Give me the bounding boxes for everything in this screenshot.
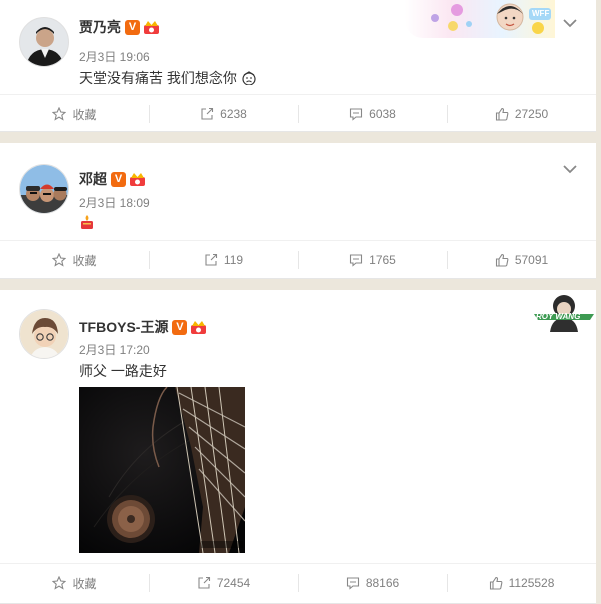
star-icon	[52, 107, 67, 121]
repost-button[interactable]: 6238	[149, 95, 298, 133]
avatar[interactable]	[19, 17, 69, 67]
chevron-down-icon[interactable]	[562, 17, 578, 29]
post-timestamp[interactable]: 2月3日 19:06	[79, 48, 150, 65]
post-card: 邓超 V 2月3日 18:09 收藏 119 1765 57091	[0, 143, 596, 279]
action-bar: 收藏 72454 88166 1125528	[0, 563, 596, 602]
post-card: 贾乃亮 V 2月3日 19:06 天堂没有痛苦 我们想念你 WFF 收藏 623…	[0, 0, 596, 132]
comment-count: 88166	[365, 576, 400, 590]
comment-count: 1765	[369, 253, 396, 267]
avatar[interactable]	[19, 309, 69, 359]
action-bar: 收藏 119 1765 57091	[0, 240, 596, 279]
decoration-label: ROY WANG	[536, 312, 581, 321]
verified-badge: V	[111, 171, 126, 187]
thumbs-up-icon	[495, 107, 509, 121]
post-timestamp[interactable]: 2月3日 18:09	[79, 194, 150, 211]
star-icon	[52, 576, 67, 590]
chevron-down-icon[interactable]	[562, 163, 578, 175]
action-bar: 收藏 6238 6038 27250	[0, 94, 596, 133]
like-button[interactable]: 1125528	[447, 564, 596, 602]
avatar[interactable]	[19, 164, 69, 214]
author-name[interactable]: TFBOYS-王源	[79, 317, 168, 337]
candle-emoji-icon	[81, 215, 93, 229]
verified-badge: V	[125, 19, 140, 35]
post-timestamp[interactable]: 2月3日 17:20	[79, 341, 150, 358]
repost-button[interactable]: 119	[149, 241, 298, 279]
comment-button[interactable]: 88166	[298, 564, 447, 602]
like-count: 27250	[514, 107, 549, 121]
comment-button[interactable]: 6038	[298, 95, 447, 133]
fan-badge-icon	[191, 320, 207, 334]
repost-button[interactable]: 72454	[149, 564, 298, 602]
post-text: 天堂没有痛苦 我们想念你	[79, 68, 257, 88]
verified-badge: V	[172, 319, 188, 335]
thumbs-up-icon	[489, 576, 502, 590]
like-button[interactable]: 57091	[447, 241, 596, 279]
author-row: TFBOYS-王源 V	[79, 317, 207, 337]
like-count: 1125528	[508, 576, 555, 590]
crying-emoji-icon	[242, 71, 256, 86]
card-decoration: WFF	[405, 0, 555, 38]
favorite-button[interactable]: 收藏	[0, 95, 149, 133]
comment-icon	[346, 577, 359, 590]
author-name[interactable]: 邓超	[79, 169, 107, 189]
thumbs-up-icon	[495, 253, 509, 267]
author-row: 邓超 V	[79, 169, 146, 189]
post-text: 师父 一路走好	[79, 363, 167, 379]
favorite-label: 收藏	[72, 576, 97, 591]
like-count: 57091	[514, 253, 549, 267]
comment-icon	[350, 108, 363, 121]
post-image[interactable]	[79, 387, 245, 553]
card-decoration: ROY WANG	[532, 290, 596, 332]
favorite-label: 收藏	[72, 253, 97, 268]
author-row: 贾乃亮 V	[79, 17, 160, 37]
repost-count: 6238	[220, 107, 247, 121]
favorite-button[interactable]: 收藏	[0, 564, 149, 602]
repost-count: 119	[223, 253, 244, 267]
fan-badge-icon	[144, 20, 159, 34]
repost-icon	[201, 107, 214, 120]
comment-count: 6038	[369, 107, 396, 121]
favorite-button[interactable]: 收藏	[0, 241, 149, 279]
fan-badge-icon	[130, 172, 145, 186]
comment-icon	[350, 254, 363, 267]
repost-icon	[198, 576, 210, 589]
decoration-label: WFF	[532, 9, 550, 18]
post-card: TFBOYS-王源 V 2月3日 17:20 师父 一路走好 ROY WANG	[0, 290, 596, 604]
post-text-content: 天堂没有痛苦 我们想念你	[79, 70, 237, 86]
comment-button[interactable]: 1765	[298, 241, 447, 279]
author-name[interactable]: 贾乃亮	[79, 17, 121, 37]
like-button[interactable]: 27250	[447, 95, 596, 133]
repost-icon	[205, 253, 217, 266]
favorite-label: 收藏	[72, 107, 97, 122]
star-icon	[52, 253, 67, 267]
repost-count: 72454	[216, 576, 251, 590]
